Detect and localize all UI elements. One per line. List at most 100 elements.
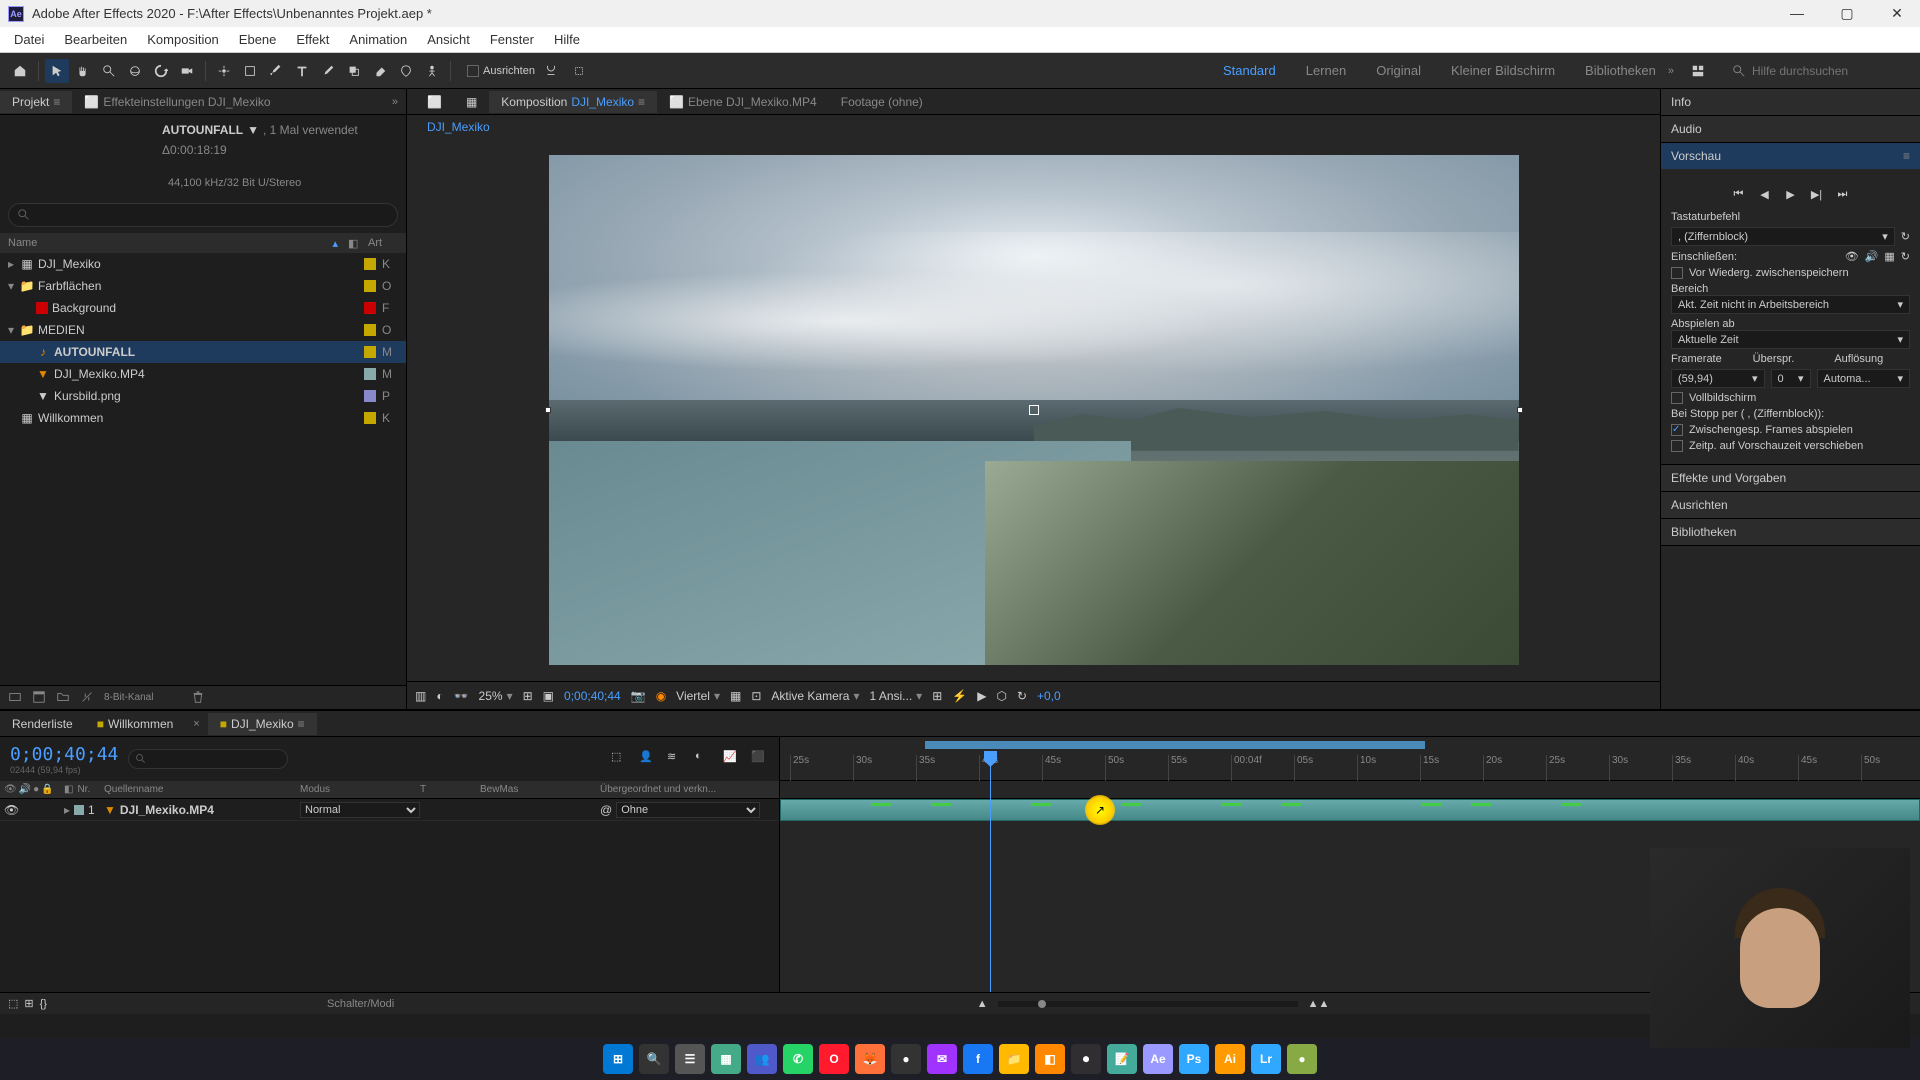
- expand-arrow-icon[interactable]: ▾: [8, 279, 20, 293]
- workspace-tab-standard[interactable]: Standard: [1223, 63, 1276, 78]
- track-matte-type-header[interactable]: BewMas: [480, 784, 600, 795]
- solo-icon[interactable]: ●: [33, 784, 39, 795]
- include-audio-icon[interactable]: 🔊: [1865, 250, 1879, 263]
- expand-arrow-icon[interactable]: ▸: [8, 257, 20, 271]
- preview-panel-header[interactable]: Vorschau ≡: [1661, 143, 1920, 169]
- workspace-tab-kleiner-bildschirm[interactable]: Kleiner Bildschirm: [1451, 63, 1555, 78]
- interpret-footage-icon[interactable]: [8, 690, 24, 706]
- workspace-tab-original[interactable]: Original: [1376, 63, 1421, 78]
- blend-mode-dropdown[interactable]: Normal: [300, 802, 420, 818]
- asset-dropdown-icon[interactable]: ▼: [247, 123, 259, 137]
- play-button[interactable]: ▶: [1782, 185, 1800, 203]
- effect-controls-tab[interactable]: ⬜ Effekteinstellungen DJI_Mexiko: [72, 91, 282, 113]
- taskbar-lr-icon[interactable]: Lr: [1251, 1044, 1281, 1074]
- menu-effekt[interactable]: Effekt: [286, 28, 339, 51]
- skip-dropdown[interactable]: 0▾: [1771, 369, 1811, 388]
- composition-tab[interactable]: Komposition DJI_Mexiko ≡: [489, 91, 657, 113]
- taskbar-firefox-icon[interactable]: 🦊: [855, 1044, 885, 1074]
- taskbar-explorer-icon[interactable]: 📁: [999, 1044, 1029, 1074]
- project-tree[interactable]: ▸▦DJI_MexikoK▾📁FarbflächenOBackgroundF▾📁…: [0, 253, 406, 685]
- bit-depth-button[interactable]: 8-Bit-Kanal: [104, 692, 153, 703]
- align-checkbox[interactable]: [467, 65, 479, 77]
- menu-hilfe[interactable]: Hilfe: [544, 28, 590, 51]
- motion-blur-icon[interactable]: ◐: [695, 750, 713, 768]
- label-icon[interactable]: ◧: [64, 784, 73, 795]
- col-name-header[interactable]: Name: [8, 237, 332, 249]
- adjustment-icon[interactable]: [80, 690, 96, 706]
- puppet-tool[interactable]: [420, 59, 444, 83]
- roto-tool[interactable]: [394, 59, 418, 83]
- layer-tab[interactable]: ⬜ Ebene DJI_Mexiko.MP4: [657, 91, 829, 113]
- framerate-dropdown[interactable]: (59,94)▾: [1671, 369, 1765, 388]
- anchor-point-marker[interactable]: [1029, 405, 1039, 415]
- timeline-comp-tab[interactable]: ■ DJI_Mexiko ≡: [208, 713, 317, 735]
- speaker-icon[interactable]: 🔊: [19, 784, 31, 795]
- camera-tool[interactable]: [175, 59, 199, 83]
- project-item-background[interactable]: BackgroundF: [0, 297, 406, 319]
- project-item-willkommen[interactable]: ▦WillkommenK: [0, 407, 406, 429]
- new-folder-icon[interactable]: [56, 690, 72, 706]
- project-item-farbfl-chen[interactable]: ▾📁FarbflächenO: [0, 275, 406, 297]
- loop-icon[interactable]: ↻: [1901, 250, 1910, 263]
- parent-col-header[interactable]: Übergeordnet und verkn...: [600, 784, 760, 795]
- layer-visibility-toggle[interactable]: 👁: [4, 803, 19, 817]
- menu-animation[interactable]: Animation: [339, 28, 417, 51]
- project-item-dji-mexiko[interactable]: ▸▦DJI_MexikoK: [0, 253, 406, 275]
- hand-tool[interactable]: [71, 59, 95, 83]
- draft-3d-icon[interactable]: ⬛: [751, 750, 769, 768]
- trash-icon[interactable]: [191, 690, 207, 706]
- layer-label-chip[interactable]: [74, 805, 84, 815]
- new-comp-icon[interactable]: [32, 690, 48, 706]
- expand-arrow-icon[interactable]: ▾: [8, 323, 20, 337]
- taskbar-ae-icon[interactable]: Ae: [1143, 1044, 1173, 1074]
- project-item-autounfall[interactable]: ♪AUTOUNFALLM: [0, 341, 406, 363]
- composition-viewer[interactable]: [407, 139, 1660, 681]
- taskbar-obs-icon[interactable]: ⏺: [1071, 1044, 1101, 1074]
- project-search[interactable]: [8, 203, 398, 227]
- next-frame-button[interactable]: ▶|: [1808, 185, 1826, 203]
- shortcut-reset-icon[interactable]: ↻: [1901, 230, 1910, 243]
- workspace-more-icon[interactable]: »: [1668, 65, 1674, 77]
- selection-tool[interactable]: [45, 59, 69, 83]
- zoom-out-icon[interactable]: ▲: [977, 998, 988, 1010]
- frame-blend-icon[interactable]: ≋: [667, 750, 685, 768]
- taskbar-app1-icon[interactable]: ●: [891, 1044, 921, 1074]
- taskbar-notepad-icon[interactable]: 📝: [1107, 1044, 1137, 1074]
- layer-clip[interactable]: [780, 799, 1920, 821]
- label-color-chip[interactable]: [364, 258, 376, 270]
- channel-icon[interactable]: ◉: [656, 689, 666, 703]
- audio-panel-header[interactable]: Audio: [1661, 116, 1920, 142]
- view-count-dropdown[interactable]: 1 Ansi... ▾: [869, 689, 922, 703]
- pen-tool[interactable]: [264, 59, 288, 83]
- project-item-kursbild-png[interactable]: ▼Kursbild.pngP: [0, 385, 406, 407]
- label-color-chip[interactable]: [364, 368, 376, 380]
- project-tab[interactable]: Projekt ≡: [0, 91, 72, 113]
- track-matte-col-header[interactable]: T: [420, 784, 480, 795]
- comp-mini-icon[interactable]: ⬚: [611, 750, 629, 768]
- rotate-tool[interactable]: [149, 59, 173, 83]
- zoom-tool[interactable]: [97, 59, 121, 83]
- taskbar-tasks-icon[interactable]: ☰: [675, 1044, 705, 1074]
- exposure-value[interactable]: +0,0: [1037, 689, 1061, 703]
- rect-tool[interactable]: [238, 59, 262, 83]
- home-icon[interactable]: [8, 59, 32, 83]
- help-search-input[interactable]: [1752, 64, 1912, 78]
- graph-editor-icon[interactable]: 📈: [723, 750, 741, 768]
- resolution-dropdown[interactable]: Viertel ▾: [676, 689, 720, 703]
- taskbar-whatsapp-icon[interactable]: ✆: [783, 1044, 813, 1074]
- toggle-parent-icon[interactable]: {}: [40, 998, 47, 1010]
- footage-tab[interactable]: Footage (ohne): [829, 91, 935, 113]
- viewer-timecode[interactable]: 0;00;40;44: [564, 689, 621, 703]
- snap-icon[interactable]: [539, 59, 563, 83]
- text-tool[interactable]: [290, 59, 314, 83]
- keyboard-shortcut-dropdown[interactable]: , (Ziffernblock)▾: [1671, 227, 1895, 246]
- sort-icon[interactable]: ▴: [332, 237, 338, 250]
- taskbar-ai-icon[interactable]: Ai: [1215, 1044, 1245, 1074]
- clone-tool[interactable]: [342, 59, 366, 83]
- layer-row[interactable]: 👁 ▸ 1 ▼ DJI_Mexiko.MP4 Normal @ Ohne: [0, 799, 779, 821]
- layer-name[interactable]: DJI_Mexiko.MP4: [120, 803, 214, 817]
- roi-icon[interactable]: ▣: [543, 689, 554, 703]
- camera-dropdown[interactable]: Aktive Kamera ▾: [771, 689, 859, 703]
- maximize-button[interactable]: ▢: [1832, 5, 1862, 22]
- cached-frames-checkbox[interactable]: [1671, 424, 1683, 436]
